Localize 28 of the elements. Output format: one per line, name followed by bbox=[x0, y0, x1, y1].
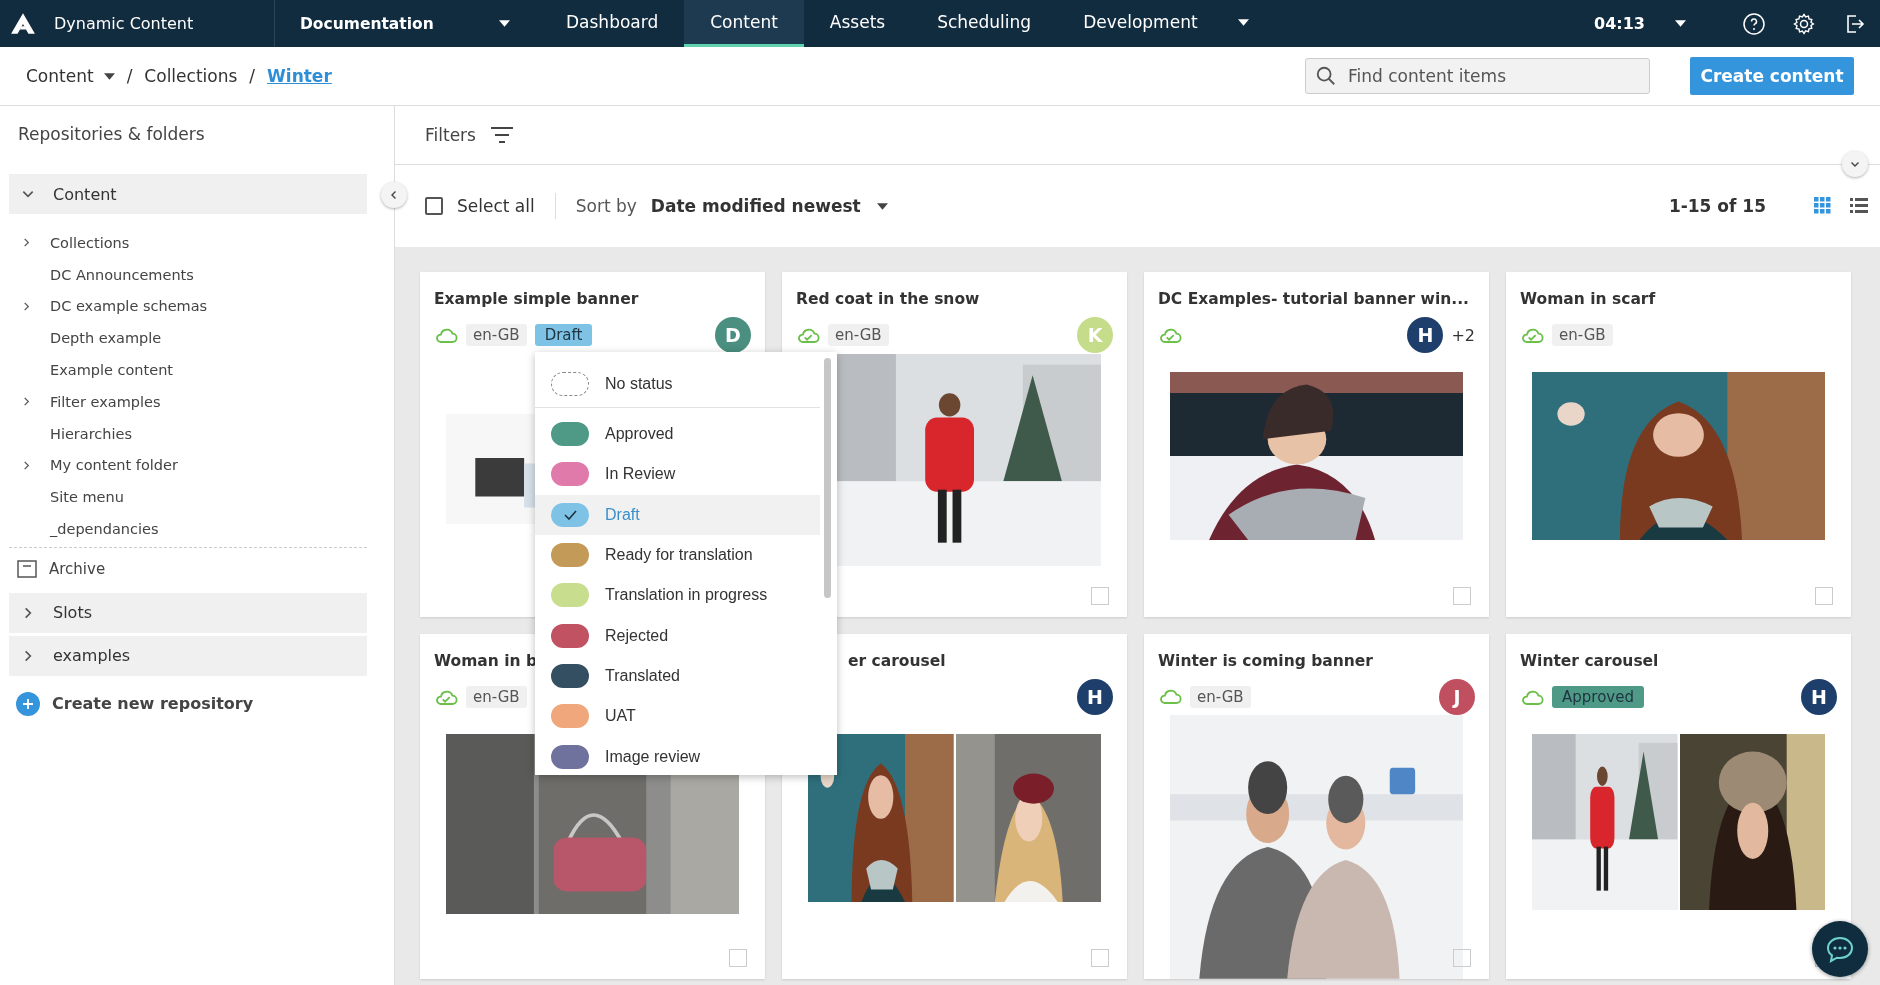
card-title: Winter is coming banner bbox=[1158, 652, 1374, 670]
locale-tag: en-GB bbox=[1190, 685, 1251, 708]
locale-tag: en-GB bbox=[828, 324, 889, 346]
avatar: H bbox=[1077, 679, 1113, 715]
sort-label: Sort by bbox=[575, 196, 637, 216]
more-users-count: +2 bbox=[1451, 325, 1475, 345]
avatar: D bbox=[715, 317, 751, 353]
avatar: J bbox=[1439, 678, 1475, 715]
repository-name: Content bbox=[53, 184, 117, 204]
locale-tag: en-GB bbox=[466, 686, 527, 708]
locale-tag: en-GB bbox=[466, 324, 527, 346]
avatar: H bbox=[1801, 679, 1837, 715]
card-title: Example simple banner bbox=[434, 290, 640, 308]
repository-name: Slots bbox=[53, 603, 92, 623]
breadcrumb-separator: / bbox=[126, 66, 133, 86]
repository-name: examples bbox=[53, 646, 131, 666]
card-title: Red coat in the snow bbox=[796, 290, 981, 308]
card-title: DC Examples- tutorial banner win... bbox=[1158, 290, 1470, 308]
result-count: 1-15 of 15 bbox=[1668, 196, 1766, 216]
locale-tag: en-GB bbox=[1552, 324, 1613, 346]
card-title: er carousel bbox=[847, 652, 947, 670]
card-title: Woman in scarf bbox=[1520, 290, 1657, 308]
app-name: Dynamic Content bbox=[54, 14, 194, 33]
avatar: H bbox=[1407, 317, 1444, 353]
avatar: K bbox=[1077, 317, 1113, 353]
breadcrumb-separator: / bbox=[249, 66, 256, 86]
card-title: Winter carousel bbox=[1520, 652, 1660, 670]
sidebar-title: Repositories & folders bbox=[17, 123, 206, 146]
